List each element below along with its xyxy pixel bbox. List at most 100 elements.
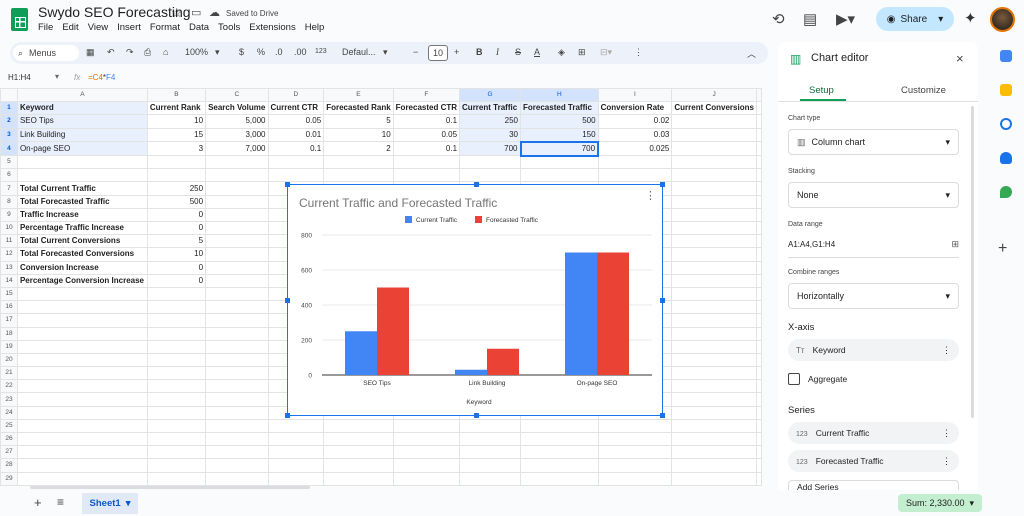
table-cell[interactable] <box>16 300 148 315</box>
table-cell[interactable]: 3,000 <box>205 127 269 143</box>
table-cell[interactable] <box>756 273 762 288</box>
table-cell[interactable] <box>146 458 207 473</box>
star-icon[interactable]: ☆ <box>171 5 183 21</box>
table-cell[interactable] <box>16 405 148 420</box>
chevron-down-icon[interactable]: ▾ <box>55 72 59 81</box>
table-cell[interactable] <box>671 234 757 249</box>
table-cell[interactable] <box>16 168 148 183</box>
meet-icon[interactable]: ▶▾ <box>836 10 855 28</box>
table-cell[interactable] <box>459 471 522 486</box>
sheets-logo-icon[interactable] <box>11 8 28 31</box>
font-size-increase-button[interactable]: + <box>454 47 459 57</box>
table-cell[interactable] <box>756 168 762 183</box>
table-cell[interactable] <box>756 405 762 420</box>
print-icon[interactable]: ⎙ <box>144 47 151 58</box>
table-cell[interactable]: 7,000 <box>205 141 269 157</box>
add-series-button[interactable]: Add Series <box>788 480 959 490</box>
table-cell[interactable] <box>671 352 757 368</box>
table-cell[interactable] <box>671 181 757 196</box>
table-cell[interactable] <box>671 207 757 223</box>
aggregate-checkbox[interactable] <box>788 373 800 385</box>
row-header[interactable]: 19 <box>0 339 18 354</box>
table-cell[interactable] <box>671 286 757 302</box>
row-header[interactable]: 27 <box>0 445 18 460</box>
row-header[interactable]: 21 <box>0 366 18 381</box>
table-cell[interactable]: 5 <box>323 114 394 129</box>
table-cell[interactable] <box>756 141 762 157</box>
table-cell[interactable]: 0.03 <box>597 127 673 143</box>
table-cell[interactable] <box>520 431 599 447</box>
table-cell[interactable]: Forecasted Rank <box>323 101 394 116</box>
table-cell[interactable] <box>671 194 757 209</box>
table-cell[interactable] <box>267 471 325 486</box>
table-cell[interactable] <box>205 405 269 420</box>
vertical-scrollbar[interactable] <box>971 106 974 418</box>
column-header[interactable] <box>756 88 762 103</box>
table-cell[interactable] <box>146 313 207 328</box>
table-cell[interactable] <box>671 326 757 341</box>
table-cell[interactable] <box>671 418 757 434</box>
table-cell[interactable]: 0.1 <box>392 114 461 129</box>
row-header[interactable]: 14 <box>0 273 18 288</box>
table-cell[interactable] <box>756 352 762 368</box>
table-cell[interactable] <box>146 418 207 434</box>
table-cell[interactable] <box>597 155 673 170</box>
share-button[interactable]: ◉ Share ▾ <box>876 7 954 31</box>
table-cell[interactable] <box>205 379 269 394</box>
table-cell[interactable]: 10 <box>146 114 207 129</box>
strikethrough-icon[interactable]: S <box>515 47 521 57</box>
column-header[interactable]: D <box>267 88 325 103</box>
table-cell[interactable] <box>16 418 148 434</box>
table-cell[interactable] <box>671 379 757 394</box>
table-cell[interactable]: 0 <box>146 260 207 275</box>
table-cell[interactable]: 0 <box>146 220 207 236</box>
menu-extensions[interactable]: Extensions <box>249 22 295 33</box>
table-cell[interactable] <box>671 155 757 170</box>
comments-icon[interactable]: ▤ <box>803 10 817 28</box>
font-select[interactable]: Defaul... <box>342 47 376 57</box>
table-cell[interactable]: Forecasted CTR <box>392 101 461 116</box>
tab-sheet1[interactable]: Sheet1 ▾ <box>82 493 138 514</box>
table-cell[interactable]: On-page SEO <box>16 141 148 157</box>
row-header[interactable]: 6 <box>0 168 18 183</box>
xaxis-chip[interactable]: Tт Keyword ⋮ <box>788 339 959 361</box>
table-cell[interactable] <box>671 392 757 407</box>
table-cell[interactable] <box>16 431 148 447</box>
avatar[interactable] <box>990 7 1015 32</box>
row-header[interactable]: 29 <box>0 471 18 486</box>
table-cell[interactable] <box>671 445 757 460</box>
table-cell[interactable] <box>756 313 762 328</box>
gemini-icon[interactable]: ✦ <box>964 9 977 27</box>
sum-indicator[interactable]: Sum: 2,330.00 ▾ <box>898 494 982 512</box>
table-cell[interactable] <box>520 155 599 170</box>
table-cell[interactable] <box>671 220 757 236</box>
table-cell[interactable] <box>205 234 269 249</box>
row-header[interactable]: 8 <box>0 194 18 209</box>
table-cell[interactable]: 700 <box>459 141 522 157</box>
table-cell[interactable]: 0 <box>146 273 207 288</box>
table-cell[interactable]: 5,000 <box>205 114 269 129</box>
table-cell[interactable] <box>392 431 461 447</box>
history-icon[interactable]: ⟲ <box>772 10 785 28</box>
table-cell[interactable] <box>267 445 325 460</box>
table-cell[interactable] <box>16 286 148 302</box>
row-header[interactable]: 25 <box>0 418 18 434</box>
table-cell[interactable]: Link Building <box>16 127 148 143</box>
combine-ranges-select[interactable]: Horizontally ▾ <box>788 283 959 309</box>
table-cell[interactable]: 0.1 <box>392 141 461 157</box>
row-header[interactable]: 5 <box>0 155 18 170</box>
borders-icon[interactable]: ⊞ <box>578 47 586 58</box>
row-header[interactable]: 4 <box>0 141 18 157</box>
select-all-corner[interactable] <box>0 88 18 103</box>
series-chip-forecasted-traffic[interactable]: 123 Forecasted Traffic ⋮ <box>788 450 959 472</box>
paint-format-icon[interactable]: ⌂ <box>163 47 168 57</box>
table-cell[interactable]: 0.05 <box>392 127 461 143</box>
column-header[interactable]: A <box>16 88 148 103</box>
font-size-decrease-button[interactable]: − <box>413 47 418 57</box>
table-cell[interactable] <box>323 471 394 486</box>
table-cell[interactable] <box>205 392 269 407</box>
table-cell[interactable]: 0 <box>146 207 207 223</box>
table-cell[interactable] <box>146 445 207 460</box>
table-cell[interactable] <box>16 458 148 473</box>
undo-icon[interactable]: ↶ <box>107 47 115 58</box>
